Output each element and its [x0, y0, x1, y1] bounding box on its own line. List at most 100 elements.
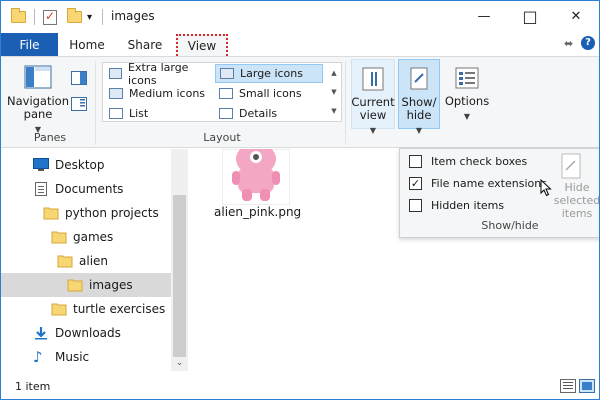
nav-item-label: Downloads [55, 326, 121, 340]
scroll-thumb[interactable] [173, 195, 186, 357]
checkbox-unchecked[interactable] [409, 198, 422, 212]
customize-toolbar-dropdown[interactable]: ▾ [87, 9, 92, 25]
status-bar: 1 item [1, 371, 599, 399]
alien-pink-thumbnail[interactable] [221, 143, 291, 206]
options-label: Options [444, 94, 490, 108]
nav-item-label: python projects [65, 206, 159, 220]
file-name-extensions-option[interactable]: ✓ File name extensions [409, 174, 547, 192]
help-icon[interactable]: ? [581, 36, 595, 50]
separator [34, 9, 35, 25]
scroll-down-icon[interactable]: ⌄ [171, 354, 188, 371]
tab-view[interactable]: View [176, 34, 228, 56]
layout-small-icons[interactable]: Small icons [215, 84, 323, 103]
explorer-window: ▾ images — □ ✕ File Home Share View ⬌ ? … [0, 0, 600, 400]
layout-list[interactable]: List [105, 104, 213, 123]
panes-group-label: Panes [33, 131, 67, 144]
hidden-items-option[interactable]: Hidden items [409, 196, 504, 214]
group-separator [345, 61, 346, 145]
navigation-pane-label: Navigation pane [6, 94, 70, 121]
hide-selected-label: Hide selected items [553, 181, 600, 220]
mouse-cursor-icon [540, 178, 552, 197]
expand-gallery-icon[interactable]: ▼ [331, 107, 336, 115]
scroll-up-icon[interactable]: ▲ [331, 69, 336, 77]
folder-icon [51, 230, 67, 244]
ribbon-tabs: File Home Share View ⬌ ? [1, 33, 599, 56]
layout-medium-icons[interactable]: Medium icons [105, 84, 213, 103]
nav-item-desktop[interactable]: Desktop [1, 153, 171, 177]
item-check-boxes-option[interactable]: Item check boxes [409, 152, 527, 170]
folder-icon [67, 278, 83, 292]
nav-item-label: Documents [55, 182, 124, 196]
close-icon: ✕ [570, 8, 582, 24]
details-view-icon[interactable] [560, 379, 576, 393]
scroll-down-icon[interactable]: ▼ [331, 88, 336, 96]
navigation-pane: Desktop Documents python projects games … [1, 149, 171, 371]
large-icons-view-icon[interactable] [579, 379, 595, 393]
checkbox-checked[interactable]: ✓ [409, 176, 422, 190]
close-button[interactable]: ✕ [553, 1, 599, 31]
separator [102, 9, 103, 25]
nav-item-label: Music [55, 350, 90, 364]
layout-extra-large-icons[interactable]: Extra large icons [105, 61, 213, 87]
nav-item-label: Desktop [55, 158, 105, 172]
new-folder-icon[interactable] [67, 8, 82, 25]
nav-item-turtle-exercises[interactable]: turtle exercises [1, 297, 171, 321]
minimize-button[interactable]: — [461, 1, 507, 31]
window-title: images [111, 9, 155, 23]
checkbox-unchecked[interactable] [409, 154, 422, 168]
navigation-pane-button[interactable]: Navigation pane ▼ [7, 63, 69, 136]
folder-icon [11, 8, 26, 25]
nav-item-python-projects[interactable]: python projects [1, 201, 171, 225]
current-view-label: Current view [351, 95, 395, 122]
nav-item-games[interactable]: games [1, 225, 171, 249]
options-icon [454, 65, 480, 91]
nav-item-label: turtle exercises [73, 302, 166, 316]
layout-item-label: List [129, 107, 149, 120]
nav-pane-scrollbar[interactable]: ⌄ [171, 149, 188, 371]
pin-ribbon-icon[interactable]: ⬌ [564, 37, 573, 50]
layout-group-label: Layout [203, 131, 241, 144]
file-name-label[interactable]: alien_pink.png [214, 205, 301, 219]
downloads-icon [33, 326, 49, 340]
option-label: File name extensions [431, 176, 547, 190]
show-hide-label: Show/ hide [401, 95, 437, 122]
show-hide-icon [407, 66, 431, 92]
layout-large-icons[interactable]: Large icons [215, 64, 323, 83]
option-label: Item check boxes [431, 154, 528, 168]
show-hide-button[interactable]: Show/ hide ▼ [398, 59, 440, 135]
nav-item-music[interactable]: ♪ Music [1, 345, 171, 369]
nav-item-alien[interactable]: alien [1, 249, 171, 273]
desktop-icon [33, 158, 49, 172]
chevron-down-icon: ▼ [415, 126, 423, 135]
music-icon: ♪ [33, 348, 43, 366]
list-icon [109, 108, 123, 119]
layout-item-label: Extra large icons [128, 60, 189, 87]
layout-item-label: Large icons [240, 67, 303, 80]
details-icon [219, 108, 233, 119]
layout-item-label: Details [239, 107, 278, 120]
current-view-button[interactable]: Current view ▼ [351, 59, 395, 135]
layout-scroll[interactable]: ▲ ▼ ▼ [327, 63, 341, 121]
minimize-icon: — [477, 8, 491, 24]
nav-item-label: games [73, 230, 114, 244]
documents-icon [33, 182, 49, 196]
properties-icon[interactable] [43, 9, 57, 25]
tab-home[interactable]: Home [64, 33, 110, 56]
nav-item-documents[interactable]: Documents [1, 177, 171, 201]
small-icons-icon [219, 88, 233, 99]
tab-share[interactable]: Share [122, 33, 168, 56]
nav-item-label: images [89, 278, 133, 292]
layout-item-label: Small icons [239, 87, 302, 100]
nav-item-downloads[interactable]: Downloads [1, 321, 171, 345]
options-button[interactable]: Options ▼ [444, 65, 490, 123]
details-pane-icon[interactable] [71, 97, 87, 111]
layout-details[interactable]: Details [215, 104, 323, 123]
current-view-icon [361, 66, 385, 92]
hide-selected-icon [561, 153, 581, 179]
tab-file[interactable]: File [1, 33, 58, 56]
preview-pane-icon[interactable] [71, 71, 87, 85]
folder-icon [43, 206, 59, 220]
layout-gallery: Extra large icons Large icons Medium ico… [102, 61, 342, 123]
nav-item-images[interactable]: images [1, 273, 171, 297]
maximize-button[interactable]: □ [507, 1, 553, 31]
